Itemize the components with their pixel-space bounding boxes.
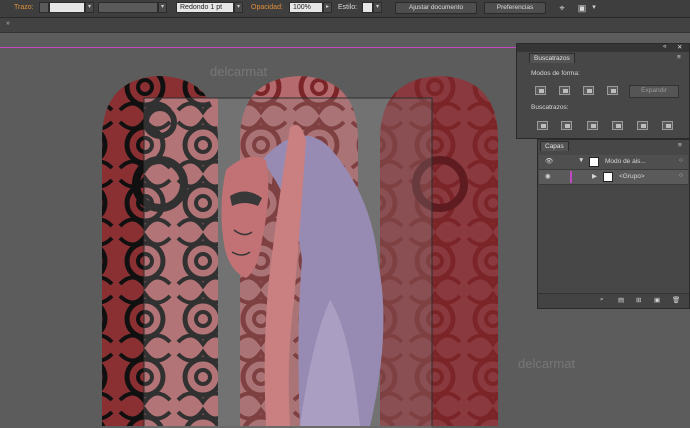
exclude-icon[interactable]	[607, 86, 618, 95]
locate-object-icon[interactable]: ⌕	[600, 296, 604, 304]
trash-icon[interactable]: 🗑	[672, 296, 680, 304]
group-thumbnail	[603, 172, 613, 182]
panel-menu-icon[interactable]: ≡	[678, 142, 682, 149]
new-sublayer-icon[interactable]: ⊞	[636, 296, 641, 304]
visibility-icon[interactable]: ◉	[545, 172, 551, 180]
shape-modes-label: Modos de forma:	[531, 70, 580, 77]
minus-back-icon[interactable]	[662, 121, 673, 130]
target-icon[interactable]: ○	[679, 172, 683, 179]
tab-layers[interactable]: Capas	[540, 141, 569, 151]
minus-front-icon[interactable]	[559, 86, 570, 95]
visibility-icon[interactable]: 👁	[545, 157, 553, 165]
layer-color-bar	[570, 171, 572, 183]
tab-pathfinder[interactable]: Buscatrazos	[529, 53, 575, 63]
expand-button[interactable]: Expandir	[629, 85, 679, 98]
close-icon[interactable]: ✕	[677, 43, 682, 51]
pathfinder-panel: « ✕ Buscatrazos ≡ Modos de forma: Expand…	[516, 43, 690, 139]
layers-panel: Capas ≡ 👁 ▼ Modo de ais... ○ ◉ ▶ <Grupo>…	[537, 139, 690, 309]
layers-footer: ⌕ ▤ ⊞ ▣ 🗑	[538, 293, 689, 308]
panel-menu-icon[interactable]: ≡	[677, 54, 681, 61]
disclosure-triangle-icon[interactable]: ▼	[578, 157, 584, 164]
divide-icon[interactable]	[537, 121, 548, 130]
layers-tab-label: Capas	[545, 143, 564, 150]
pathfinder-tab-label: Buscatrazos	[534, 55, 570, 62]
layer-thumbnail	[589, 157, 599, 167]
outline-icon[interactable]	[637, 121, 648, 130]
group-name[interactable]: <Grupo>	[619, 173, 645, 180]
trim-icon[interactable]	[561, 121, 572, 130]
layer-name[interactable]: Modo de ais...	[605, 158, 646, 165]
clipping-mask-icon[interactable]: ▤	[618, 296, 624, 304]
unite-icon[interactable]	[535, 86, 546, 95]
target-icon[interactable]: ○	[679, 157, 683, 164]
crop-icon[interactable]	[612, 121, 623, 130]
layer-row[interactable]: 👁 ▼ Modo de ais... ○	[539, 155, 688, 170]
new-layer-icon[interactable]: ▣	[654, 296, 660, 304]
intersect-icon[interactable]	[583, 86, 594, 95]
collapse-icon[interactable]: «	[663, 43, 667, 50]
watermark-top: delcarmat	[210, 64, 268, 79]
watermark-bottom: delcarmat	[518, 356, 576, 371]
merge-icon[interactable]	[587, 121, 598, 130]
disclosure-triangle-icon[interactable]: ▶	[592, 172, 597, 180]
pathfinders-label: Buscatrazos:	[531, 104, 569, 111]
sublayer-row[interactable]: ◉ ▶ <Grupo> ○	[539, 170, 688, 185]
